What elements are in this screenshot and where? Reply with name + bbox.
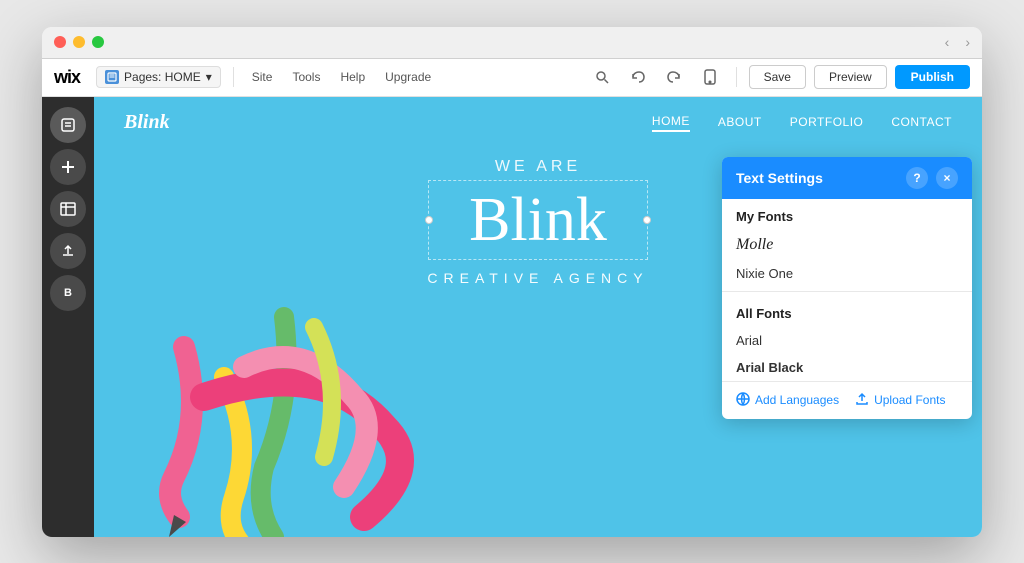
- toolbar-divider-1: [233, 67, 234, 87]
- menu-site-button[interactable]: Site: [246, 67, 279, 87]
- upload-fonts-button[interactable]: Upload Fonts: [855, 392, 945, 409]
- canvas[interactable]: Blink HOME ABOUT PORTFOLIO CONTACT WE AR…: [94, 97, 982, 537]
- all-fonts-header: All Fonts: [722, 296, 972, 327]
- pages-dropdown-icon: ▾: [206, 70, 212, 84]
- maximize-window-button[interactable]: [92, 36, 104, 48]
- text-settings-panel: Text Settings ? × My Fonts Molle Nixie O…: [722, 157, 972, 419]
- minimize-window-button[interactable]: [73, 36, 85, 48]
- nav-portfolio-link[interactable]: PORTFOLIO: [790, 113, 864, 131]
- redo-icon[interactable]: [660, 63, 688, 91]
- close-window-button[interactable]: [54, 36, 66, 48]
- nav-contact-link[interactable]: CONTACT: [891, 113, 952, 131]
- titlebar-nav: ‹ ›: [945, 34, 970, 50]
- sidebar-blog-button[interactable]: B: [50, 275, 86, 311]
- browser-window: ‹ › wix Pages: HOME ▾ Site Tools Help Up…: [42, 27, 982, 537]
- panel-close-button[interactable]: ×: [936, 167, 958, 189]
- preview-button[interactable]: Preview: [814, 65, 887, 89]
- nav-home-link[interactable]: HOME: [652, 112, 690, 132]
- editor-toolbar: wix Pages: HOME ▾ Site Tools Help Upgrad…: [42, 59, 982, 97]
- pencil-illustration: [124, 297, 464, 537]
- sidebar-add-button[interactable]: [50, 149, 86, 185]
- resize-handle-left[interactable]: [425, 216, 433, 224]
- add-languages-button[interactable]: Add Languages: [736, 392, 839, 409]
- menu-help-button[interactable]: Help: [334, 67, 371, 87]
- add-languages-icon: [736, 392, 750, 409]
- upload-fonts-icon: [855, 392, 869, 409]
- add-languages-label: Add Languages: [755, 393, 839, 407]
- menu-upgrade-button[interactable]: Upgrade: [379, 67, 437, 87]
- panel-header-buttons: ? ×: [906, 167, 958, 189]
- sidebar-media-button[interactable]: [50, 191, 86, 227]
- nav-about-link[interactable]: ABOUT: [718, 113, 762, 131]
- font-item-arial-black[interactable]: Arial Black: [722, 354, 972, 381]
- mobile-icon[interactable]: [696, 63, 724, 91]
- titlebar: ‹ ›: [42, 27, 982, 59]
- panel-help-button[interactable]: ?: [906, 167, 928, 189]
- nav-forward-button[interactable]: ›: [965, 34, 970, 50]
- site-navbar: Blink HOME ABOUT PORTFOLIO CONTACT: [94, 97, 982, 148]
- panel-body: My Fonts Molle Nixie One All Fonts Arial…: [722, 199, 972, 419]
- left-sidebar: B: [42, 97, 94, 537]
- hero-blink-text: Blink: [469, 189, 607, 251]
- my-fonts-header: My Fonts: [722, 199, 972, 230]
- site-brand: Blink: [124, 111, 170, 134]
- sidebar-pages-button[interactable]: [50, 107, 86, 143]
- upload-fonts-label: Upload Fonts: [874, 393, 945, 407]
- panel-footer: Add Languages Upload Fonts: [722, 381, 972, 419]
- menu-tools-button[interactable]: Tools: [286, 67, 326, 87]
- resize-handle-right[interactable]: [643, 216, 651, 224]
- traffic-lights: [54, 36, 104, 48]
- wix-logo: wix: [54, 67, 80, 88]
- save-button[interactable]: Save: [749, 65, 806, 89]
- search-icon[interactable]: [588, 63, 616, 91]
- toolbar-divider-2: [736, 67, 737, 87]
- font-item-arial[interactable]: Arial: [722, 327, 972, 354]
- hero-blink-wrapper[interactable]: Blink: [428, 180, 648, 260]
- pages-label: Pages: HOME: [124, 70, 201, 84]
- nav-back-button[interactable]: ‹: [945, 34, 950, 50]
- undo-icon[interactable]: [624, 63, 652, 91]
- font-item-molle[interactable]: Molle: [722, 230, 972, 260]
- pages-selector[interactable]: Pages: HOME ▾: [96, 66, 221, 88]
- editor-body: B Blink HOME ABOUT PORTFOLIO CONTACT WE …: [42, 97, 982, 537]
- panel-header: Text Settings ? ×: [722, 157, 972, 199]
- publish-button[interactable]: Publish: [895, 65, 970, 89]
- panel-divider-1: [722, 291, 972, 292]
- pages-icon: [105, 70, 119, 84]
- sidebar-upload-button[interactable]: [50, 233, 86, 269]
- font-item-nixie[interactable]: Nixie One: [722, 260, 972, 287]
- panel-title: Text Settings: [736, 170, 823, 186]
